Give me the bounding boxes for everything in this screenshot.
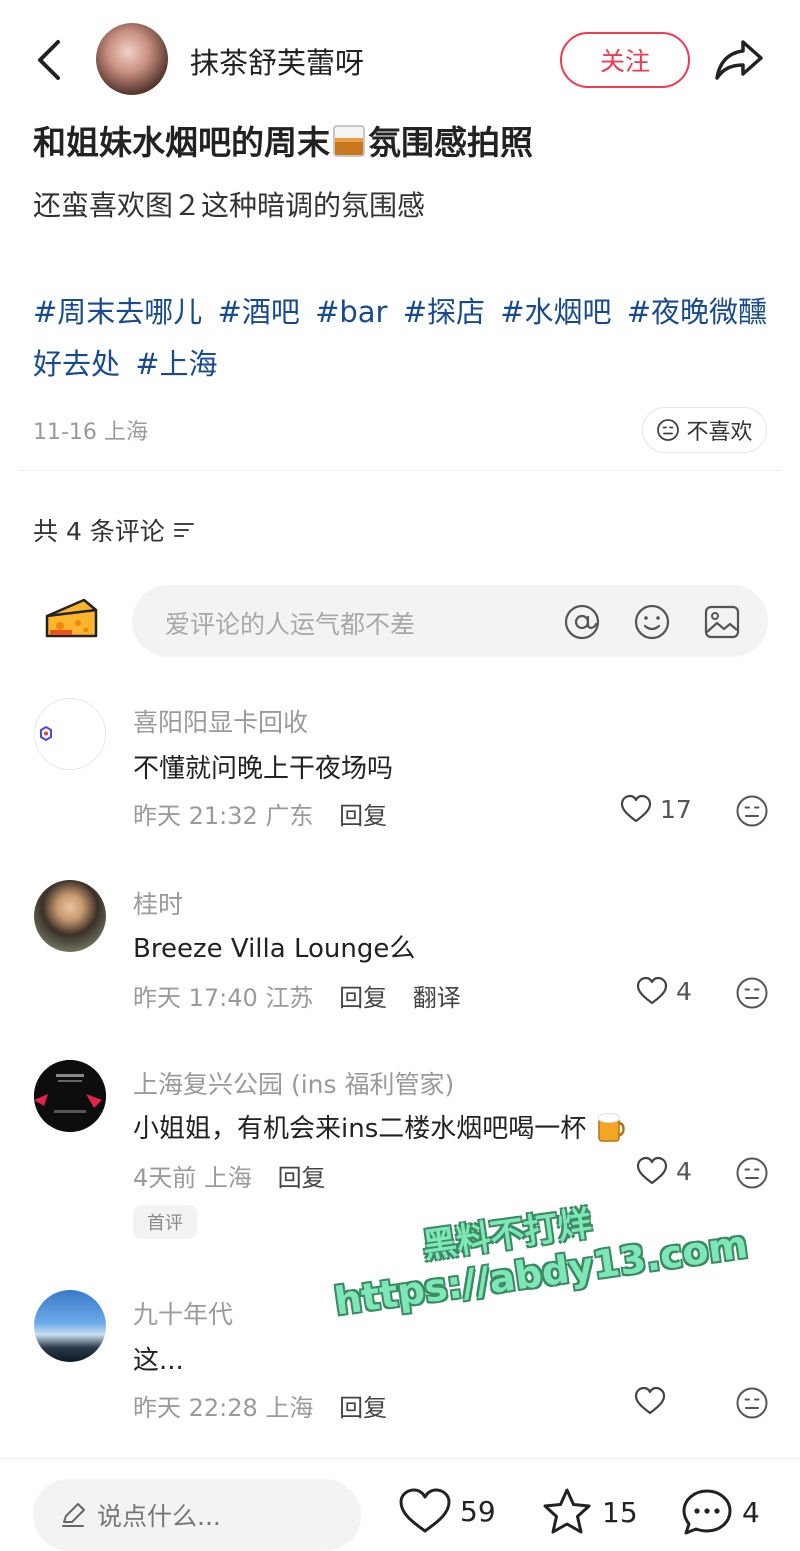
star-icon [543, 1488, 591, 1534]
divider [18, 470, 782, 471]
tag-link[interactable]: #水烟吧 [500, 295, 611, 329]
comment-count-label: 共 4 条评论 [33, 517, 165, 546]
collect-button[interactable]: 15 [540, 1487, 638, 1537]
comment-time: 4天前 [133, 1164, 197, 1192]
like-count: 4 [676, 976, 692, 1006]
post-meta: 11-16 上海 [33, 414, 148, 446]
watermark: 黑料不打烊 https://abdy13.com [322, 1161, 751, 1350]
comment-text-body: 小姐姐，有机会来ins二楼水烟吧喝一杯 [133, 1114, 587, 1144]
neutral-face-icon[interactable] [735, 976, 769, 1010]
heart-icon [636, 976, 668, 1005]
reply-button[interactable]: 回复 [339, 802, 387, 830]
commenter-avatar[interactable] [34, 1060, 106, 1132]
translate-button[interactable]: 翻译 [413, 984, 461, 1012]
neutral-face-icon[interactable] [735, 1156, 769, 1190]
comment-meta: 4天前 上海 回复 [133, 1158, 326, 1193]
bottom-comment-input[interactable]: 说点什么... [33, 1479, 361, 1551]
comment-count-bottom: 4 [742, 1495, 760, 1529]
author-avatar[interactable] [96, 23, 168, 95]
reply-button[interactable]: 回复 [339, 1394, 387, 1422]
chat-bubble-icon [682, 1489, 732, 1535]
comment-text: 这... [133, 1346, 184, 1376]
tag-link[interactable]: #探店 [403, 295, 485, 329]
commenter-avatar[interactable] [34, 1290, 106, 1362]
follow-button[interactable]: 关注 [560, 32, 690, 88]
bottom-action-bar: 说点什么... 59 15 4 [0, 1458, 800, 1551]
whisky-glass-icon [333, 125, 365, 157]
tag-link[interactable]: #上海 [135, 347, 217, 381]
post-description: 还蛮喜欢图２这种暗调的氛围感 [33, 189, 426, 222]
comment-text: 不懂就问晚上干夜场吗 [133, 754, 394, 784]
comment-input[interactable]: 爱评论的人运气都不差 [132, 585, 768, 657]
first-comment-badge: 首评 [133, 1205, 197, 1239]
tag-link[interactable]: #周末去哪儿 [33, 295, 202, 329]
post-title-part1: 和姐妹水烟吧的周末 [33, 123, 330, 162]
heart-icon [634, 1386, 666, 1415]
comment-like-button[interactable] [634, 1386, 674, 1416]
like-count: 59 [460, 1494, 496, 1528]
pencil-icon [62, 1503, 85, 1527]
comment-text: 小姐姐，有机会来ins二楼水烟吧喝一杯 [133, 1108, 627, 1145]
author-name[interactable]: 抹茶舒芙蕾呀 [190, 40, 364, 82]
collect-count: 15 [602, 1495, 638, 1529]
comment-location: 上海 [265, 1394, 314, 1422]
cheese-avatar-icon [45, 598, 98, 638]
comment-like-button[interactable]: 4 [636, 976, 692, 1006]
image-icon[interactable] [703, 603, 741, 641]
commenter-name[interactable]: 喜阳阳显卡回收 [133, 703, 308, 739]
post-tags: #周末去哪儿 #酒吧 #bar #探店 #水烟吧 #夜晚微醺好去处 #上海 [33, 286, 778, 390]
comment-location: 上海 [203, 1164, 252, 1192]
bottom-input-placeholder: 说点什么... [97, 1502, 221, 1531]
post-location: 上海 [103, 420, 148, 445]
post-date: 11-16 [33, 420, 97, 445]
logo-icon [40, 725, 52, 742]
dislike-button[interactable]: 不喜欢 [642, 407, 767, 453]
post-title: 和姐妹水烟吧的周末 氛围感拍照 [33, 116, 533, 164]
neutral-face-icon[interactable] [735, 794, 769, 828]
commenter-name[interactable]: 九十年代 [133, 1295, 233, 1331]
comment-time: 昨天 17:40 [133, 984, 258, 1012]
comment-like-button[interactable]: 17 [620, 794, 692, 824]
reply-button[interactable]: 回复 [339, 984, 387, 1012]
comment-button[interactable]: 4 [680, 1487, 760, 1537]
sort-icon [173, 523, 194, 537]
dislike-label: 不喜欢 [686, 420, 753, 445]
commenter-avatar[interactable] [34, 880, 106, 952]
comment-input-placeholder: 爱评论的人运气都不差 [165, 610, 416, 639]
comment-text: Breeze Villa Lounge么 [133, 934, 416, 964]
comment-location: 广东 [265, 802, 314, 830]
comment-count[interactable]: 共 4 条评论 [33, 512, 195, 548]
at-mention-icon[interactable] [563, 603, 601, 641]
emoji-icon[interactable] [633, 603, 671, 641]
heart-icon [399, 1488, 451, 1533]
neutral-face-icon [657, 419, 680, 441]
post-title-part2: 氛围感拍照 [368, 123, 533, 162]
comment-meta: 昨天 17:40 江苏 回复 翻译 [133, 978, 461, 1013]
tag-link[interactable]: #酒吧 [218, 295, 300, 329]
like-button[interactable]: 59 [398, 1487, 496, 1535]
comment-time: 昨天 22:28 [133, 1394, 258, 1422]
like-count: 17 [660, 794, 692, 824]
comment-meta: 昨天 21:32 广东 回复 [133, 796, 387, 831]
commenter-avatar[interactable] [34, 698, 106, 770]
commenter-name[interactable]: 桂时 [133, 885, 183, 921]
comment-time: 昨天 21:32 [133, 802, 258, 830]
club-logo-icon [34, 1060, 106, 1132]
post-header: 抹茶舒芙蕾呀 关注 [0, 0, 800, 118]
tag-link[interactable]: #bar [315, 295, 387, 329]
commenter-name[interactable]: 上海复兴公园 (ins 福利管家) [133, 1065, 454, 1101]
beer-mug-icon [597, 1113, 625, 1142]
neutral-face-icon[interactable] [735, 1386, 769, 1420]
comment-meta: 昨天 22:28 上海 回复 [133, 1388, 387, 1423]
reply-button[interactable]: 回复 [278, 1164, 326, 1192]
share-icon[interactable] [713, 36, 765, 84]
back-arrow-icon[interactable] [28, 34, 72, 86]
heart-icon [620, 794, 652, 823]
comment-location: 江苏 [265, 984, 314, 1012]
